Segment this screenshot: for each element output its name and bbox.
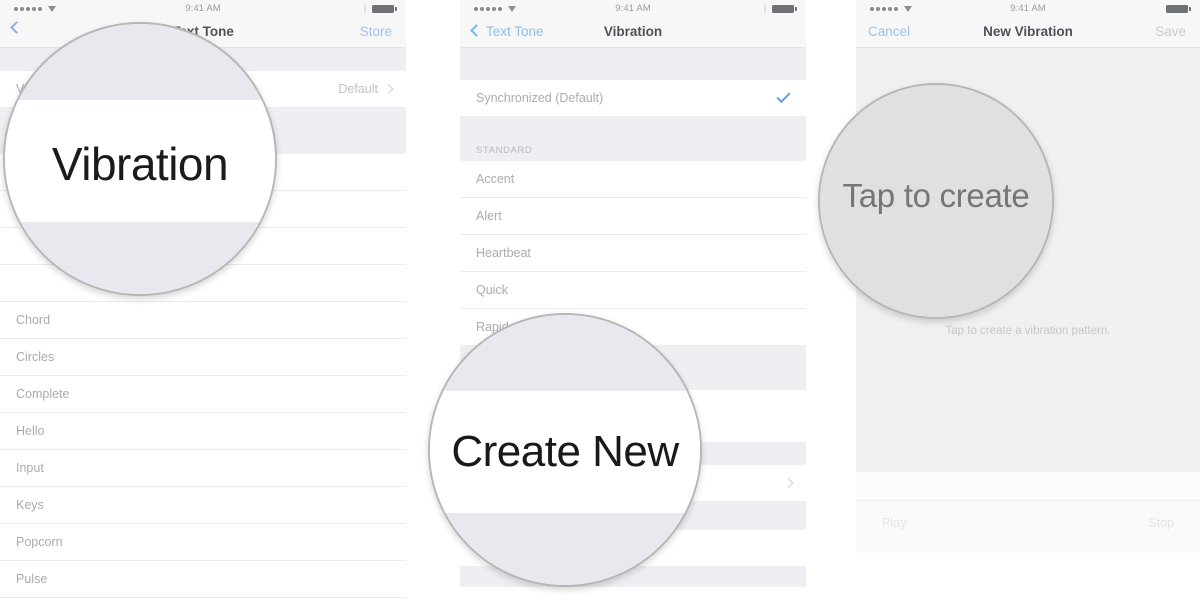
canvas-divider	[856, 471, 1200, 501]
list-item[interactable]: Accent	[460, 161, 806, 198]
magnifier-callout-create-new: Create New	[428, 313, 702, 587]
magnifier-content: Tap to create	[820, 85, 1052, 317]
status-bar-time: 9:41 AM	[615, 3, 651, 14]
row-vibration-value: Default	[338, 82, 378, 96]
status-bar-time: 9:41 AM	[185, 3, 221, 14]
list-item[interactable]: Heartbeat	[460, 235, 806, 272]
chevron-right-icon	[383, 84, 394, 94]
stop-button[interactable]: Stop	[1148, 516, 1174, 530]
list-item[interactable]: Hello	[0, 413, 406, 450]
vibration-label: Heartbeat	[476, 246, 531, 260]
nav-bar-new-vibration: Cancel New Vibration Save	[856, 17, 1200, 48]
checkmark-icon	[776, 88, 791, 104]
tone-label: Complete	[16, 387, 70, 401]
section-header-standard: STANDARD	[460, 117, 806, 161]
save-button[interactable]: Save	[1155, 24, 1186, 39]
status-bar-time: 9:41 AM	[1010, 3, 1046, 14]
tone-label: Pulse	[16, 572, 48, 586]
list-item[interactable]: Complete	[0, 376, 406, 413]
list-item[interactable]: Circles	[0, 339, 406, 376]
playback-toolbar: Play Stop	[856, 501, 1200, 553]
section-gap-top	[460, 48, 806, 80]
page-title: New Vibration	[983, 24, 1073, 39]
battery-icon	[372, 5, 397, 13]
list-item[interactable]: Popcorn	[0, 524, 406, 561]
play-button[interactable]: Play	[882, 516, 906, 530]
list-item[interactable]: Quick	[460, 272, 806, 309]
tone-label: Hello	[16, 424, 45, 438]
page-title: Vibration	[603, 24, 663, 39]
battery-icon	[1166, 5, 1191, 13]
magnifier-label: Vibration	[51, 138, 229, 190]
tone-label: Circles	[16, 350, 55, 364]
list-item[interactable]: Alert	[460, 198, 806, 235]
status-bar: 9:41 AM	[0, 0, 406, 17]
magnifier-content: Vibration	[5, 24, 275, 294]
store-button[interactable]: Store	[360, 24, 392, 39]
magnifier-callout-vibration: Vibration	[3, 22, 277, 296]
magnifier-content: Create New	[430, 315, 700, 585]
tone-label: Chord	[16, 313, 51, 327]
battery-charge-tick	[364, 4, 366, 13]
section-header-standard-label: STANDARD	[476, 145, 533, 156]
list-item[interactable]: Input	[0, 450, 406, 487]
magnifier-band-top	[5, 24, 275, 100]
magnifier-label: Create New	[451, 427, 679, 476]
row-synchronized-label: Synchronized (Default)	[476, 91, 604, 105]
list-item[interactable]: Pulse	[0, 561, 406, 598]
tone-label: Popcorn	[16, 535, 63, 549]
tone-label: Keys	[16, 498, 44, 512]
magnifier-band-bottom	[5, 222, 275, 294]
magnifier-band-top	[430, 315, 700, 391]
vibration-label: Quick	[476, 283, 508, 297]
list-item[interactable]	[0, 598, 406, 604]
status-bar: 9:41 AM	[460, 0, 806, 17]
list-item[interactable]: Keys	[0, 487, 406, 524]
nav-bar-vibration: Text Tone Vibration	[460, 17, 806, 48]
magnifier-callout-tap-to-create: Tap to create	[818, 83, 1054, 319]
screenshot-stage: 9:41 AM Text Tone Store Vibration Defaul…	[0, 0, 1200, 604]
row-synchronized-default[interactable]: Synchronized (Default)	[460, 80, 806, 117]
battery-charge-tick	[764, 4, 766, 13]
tone-label: Input	[16, 461, 44, 475]
magnifier-band-bottom	[430, 513, 700, 585]
battery-icon	[772, 5, 797, 13]
status-bar: 9:41 AM	[856, 0, 1200, 17]
vibration-label: Accent	[476, 172, 515, 186]
magnifier-label: Tap to create	[842, 177, 1030, 214]
vibration-pattern-hint: Tap to create a vibration pattern.	[945, 325, 1111, 337]
vibration-label: Alert	[476, 209, 502, 223]
list-item[interactable]: Chord	[0, 302, 406, 339]
chevron-right-icon	[783, 478, 794, 488]
